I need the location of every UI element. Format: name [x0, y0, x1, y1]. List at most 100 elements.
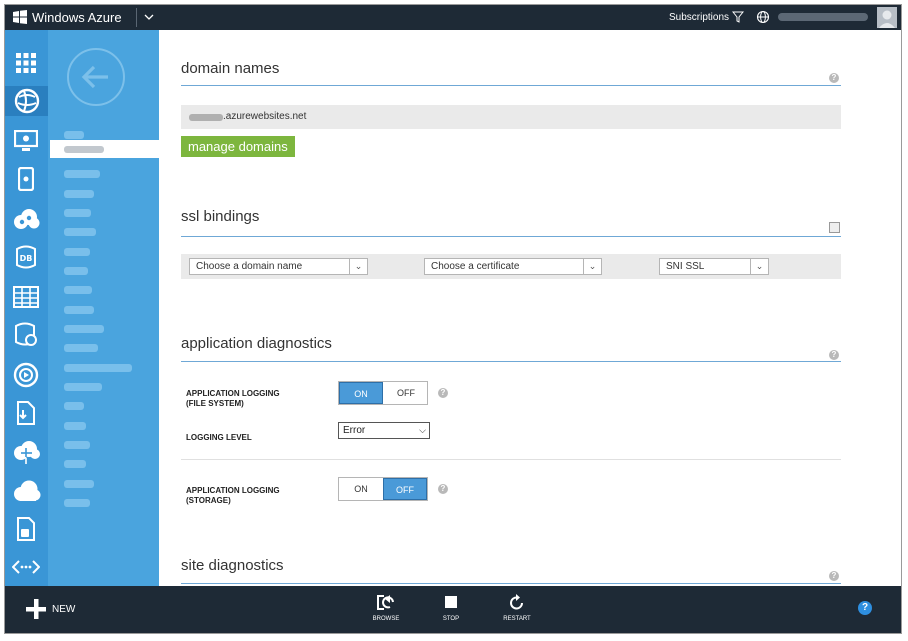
browse-icon [377, 595, 394, 610]
ssl-info-icon[interactable] [829, 222, 840, 233]
configure-panel: domain names ? .azurewebsites.net manage… [159, 30, 901, 586]
list-item[interactable] [64, 364, 132, 372]
restart-icon [510, 594, 523, 610]
plus-icon [26, 599, 46, 619]
list-item[interactable] [64, 131, 84, 139]
list-item[interactable] [64, 422, 86, 430]
storage-icon[interactable] [11, 282, 41, 312]
site-name-redacted [189, 114, 223, 121]
ssl-type-select-value: SNI SSL [666, 261, 705, 272]
media-services-icon[interactable] [11, 360, 41, 390]
cloud-services-icon[interactable] [11, 204, 41, 234]
domain-name-select-value: Choose a domain name [196, 261, 303, 272]
list-item[interactable] [64, 170, 100, 178]
chevron-down-icon[interactable] [142, 8, 156, 26]
storage-logging-off[interactable]: OFF [383, 478, 427, 500]
ssl-type-select[interactable]: SNI SSL ⌄ [659, 258, 769, 275]
list-item[interactable] [64, 383, 102, 391]
websites-icon[interactable] [5, 86, 48, 116]
list-item[interactable] [64, 441, 90, 449]
account-email[interactable] [778, 13, 868, 21]
app-brand[interactable]: Windows Azure [32, 10, 122, 25]
fs-logging-label-line1: APPLICATION LOGGING [186, 389, 280, 398]
arrow-left-icon [81, 65, 108, 89]
help-icon[interactable]: ? [829, 350, 839, 360]
svg-text:DB: DB [20, 254, 33, 263]
list-item[interactable] [64, 499, 90, 507]
user-icon [879, 10, 895, 28]
domain-row: .azurewebsites.net [181, 105, 841, 129]
mobile-services-icon[interactable] [11, 164, 41, 194]
list-item[interactable] [64, 325, 104, 333]
list-item[interactable] [64, 209, 91, 217]
section-title-domain-names: domain names [181, 60, 280, 77]
sql-databases-icon[interactable]: DB [11, 242, 41, 272]
storage-logging-on[interactable]: ON [339, 478, 383, 500]
help-icon[interactable]: ? [438, 388, 448, 398]
list-item[interactable] [64, 480, 94, 488]
globe-icon[interactable] [756, 10, 770, 24]
list-item[interactable] [64, 286, 92, 294]
fs-logging-label-line2: (FILE SYSTEM) [186, 399, 244, 408]
new-button[interactable]: NEW [26, 599, 75, 619]
stop-icon [445, 596, 457, 608]
back-button[interactable] [67, 48, 125, 106]
logging-level-select[interactable]: Error ⌵ [338, 422, 430, 439]
stop-label: STOP [442, 616, 460, 622]
section-rule [181, 583, 841, 584]
help-icon[interactable]: ? [438, 484, 448, 494]
service-rail: DB [5, 30, 48, 586]
cloud-network-icon[interactable] [11, 438, 41, 468]
section-rule [181, 85, 841, 86]
virtual-machines-icon[interactable] [11, 126, 41, 156]
avatar[interactable] [877, 7, 897, 28]
section-title-ssl-bindings: ssl bindings [181, 208, 260, 225]
domain-suffix: .azurewebsites.net [223, 111, 307, 122]
list-item[interactable] [64, 402, 84, 410]
logging-level-value: Error [343, 425, 366, 436]
domain-name-select[interactable]: Choose a domain name ⌄ [189, 258, 368, 275]
service-bus-icon[interactable] [11, 398, 41, 428]
list-item[interactable] [64, 460, 86, 468]
subscriptions-link[interactable]: Subscriptions [669, 12, 729, 23]
app-window: Windows Azure Subscriptions DB domain na… [4, 4, 902, 634]
filter-icon[interactable] [732, 11, 744, 23]
fs-logging-on[interactable]: ON [339, 382, 383, 404]
restart-button[interactable]: RESTART [492, 594, 542, 622]
restart-label: RESTART [503, 616, 531, 622]
browse-label: BROWSE [372, 616, 400, 622]
help-icon[interactable]: ? [829, 571, 839, 581]
list-item-selected[interactable] [50, 140, 159, 158]
chevron-down-icon: ⌄ [750, 259, 768, 274]
list-item[interactable] [64, 248, 90, 256]
list-item[interactable] [64, 344, 98, 352]
new-label: NEW [52, 603, 76, 615]
section-rule [181, 361, 841, 362]
certificate-select[interactable]: Choose a certificate ⌄ [424, 258, 602, 275]
storage-logging-toggle[interactable]: ON OFF [338, 477, 428, 501]
chevron-down-icon: ⌄ [349, 259, 367, 274]
chevron-down-icon: ⌄ [583, 259, 601, 274]
list-item[interactable] [64, 306, 94, 314]
section-title-site-diagnostics: site diagnostics [181, 557, 284, 574]
section-title-application-diagnostics: application diagnostics [181, 335, 332, 352]
list-item[interactable] [64, 190, 94, 198]
list-item[interactable] [64, 228, 96, 236]
browse-button[interactable]: BROWSE [361, 594, 411, 622]
fs-logging-toggle[interactable]: ON OFF [338, 381, 428, 405]
cloud-icon[interactable] [11, 476, 41, 506]
stop-button[interactable]: STOP [426, 594, 476, 622]
list-item[interactable] [64, 267, 88, 275]
help-button[interactable]: ? [858, 601, 872, 615]
api-icon[interactable] [11, 552, 41, 582]
help-icon[interactable]: ? [829, 73, 839, 83]
hdinsight-icon[interactable] [11, 320, 41, 350]
logging-level-label: LOGGING LEVEL [186, 433, 252, 442]
all-items-icon[interactable] [11, 48, 41, 78]
certificate-select-value: Choose a certificate [431, 261, 520, 272]
fs-logging-label: APPLICATION LOGGING (FILE SYSTEM) [186, 389, 280, 409]
store-icon[interactable] [11, 514, 41, 544]
manage-domains-button[interactable]: manage domains [181, 136, 295, 157]
windows-logo-icon [13, 10, 27, 24]
fs-logging-off[interactable]: OFF [384, 382, 428, 404]
